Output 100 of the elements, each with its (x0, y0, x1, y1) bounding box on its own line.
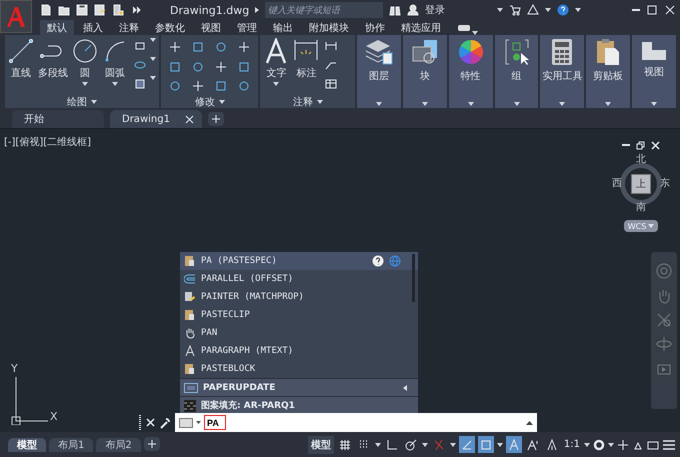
ortho-icon (386, 438, 398, 450)
caret-right-icon (255, 7, 260, 13)
command-suggestion[interactable]: PARAGRAPH (MTEXT) (180, 342, 418, 360)
ribbon-tab[interactable]: 默认 (40, 20, 74, 35)
save-button[interactable] (76, 2, 88, 18)
caret-icon (468, 102, 474, 106)
command-suggestion[interactable]: PASTECLIP (180, 306, 418, 324)
caret-icon (316, 100, 323, 104)
caret-icon (450, 442, 456, 446)
command-suggestion[interactable]: PAPERUPDATE (180, 378, 418, 396)
new-tab-button[interactable] (208, 112, 224, 126)
close-icon (664, 4, 676, 16)
ribbon-panel-button[interactable]: 特性 (448, 35, 493, 108)
caret-icon (196, 421, 201, 424)
caret-icon (496, 8, 503, 12)
caret-icon (150, 76, 156, 80)
annotation-scale-button[interactable]: 1:1 (562, 439, 581, 450)
polar-icon (404, 438, 417, 450)
caret-icon (374, 442, 381, 446)
document-tab[interactable]: 开始 (12, 110, 104, 128)
layout-tab[interactable]: 布局2 (96, 438, 141, 452)
annotation-tool-button[interactable]: 文字 (263, 38, 290, 95)
ribbon-panel-button[interactable]: 剪贴板 (586, 35, 630, 108)
cube-face[interactable]: 上 (631, 174, 651, 194)
ribbon-tab[interactable]: 管理 (230, 20, 264, 35)
draw-tool-button[interactable]: 圆 (72, 38, 98, 95)
layout-tab[interactable]: 布局1 (49, 438, 94, 452)
help-icon (556, 4, 569, 16)
clipboard-icon (184, 255, 196, 267)
ribbon-tab[interactable]: 视图 (194, 20, 228, 35)
status-toggle[interactable] (458, 436, 475, 453)
draw-tool-button[interactable]: 多段线 (38, 38, 68, 95)
ribbon-tab[interactable]: 附加模块 (302, 20, 356, 35)
scrollbar-thumb[interactable] (412, 254, 415, 302)
caret-icon (150, 57, 156, 61)
publish-button[interactable] (112, 2, 124, 18)
grip-icon (138, 414, 142, 430)
clipboard-icon (184, 309, 196, 321)
ribbon-panel-button[interactable]: 实用工具 (540, 35, 584, 108)
save-as-button[interactable] (94, 2, 106, 18)
circle-icon (72, 38, 98, 64)
command-suggestion[interactable]: PASTEBLOCK (180, 360, 418, 378)
annotation-tool-button[interactable]: 标注 (293, 38, 320, 95)
command-suggestion[interactable]: PARALLEL (OFFSET) (180, 270, 418, 288)
text-style-icon (184, 345, 196, 357)
caret-icon (82, 82, 88, 86)
folder-icon (58, 4, 70, 16)
panel-title: 绘图 (67, 96, 88, 108)
layers-icon (364, 38, 394, 66)
phone-icon (112, 4, 124, 16)
ribbon-tab[interactable]: 注释 (112, 20, 146, 35)
plus-icon (617, 438, 629, 450)
viewport-label[interactable]: [-][俯视][二维线框] (4, 135, 92, 149)
minimize-icon (632, 9, 640, 11)
binoculars-icon (389, 4, 402, 16)
compass-label: 北 (636, 155, 646, 165)
status-toggle[interactable] (478, 436, 494, 453)
status-toggle[interactable] (506, 436, 522, 453)
command-suggestion[interactable]: PAN (180, 324, 418, 342)
caret-icon (514, 102, 520, 106)
ribbon-tab[interactable]: 输出 (266, 20, 300, 35)
draw-tool-button[interactable]: 直线 (8, 38, 34, 95)
document-tab[interactable]: Drawing1 (110, 110, 202, 128)
caret-icon (574, 8, 581, 12)
user-icon (407, 4, 420, 16)
object-snap-icon (480, 438, 492, 450)
minimize-icon (622, 144, 630, 146)
new-file-button[interactable] (40, 2, 52, 18)
terminal-icon (179, 418, 193, 428)
command-suggestion[interactable]: PAINTER (MATCHPROP) (180, 288, 418, 306)
ribbon-panel-button[interactable]: 视图 (632, 35, 676, 108)
clipboard-icon (184, 363, 196, 375)
close-icon (651, 140, 660, 150)
line-icon (8, 38, 34, 64)
command-input-field[interactable]: PA (175, 413, 537, 432)
model-space-button[interactable]: 模型 (308, 436, 334, 454)
draw-tool-button[interactable]: 圆弧 (102, 38, 128, 95)
command-suggestion[interactable]: 图案填充: AR-PARQ1 (180, 396, 418, 414)
ribbon-tab[interactable]: 协作 (358, 20, 392, 35)
dimension-icon (325, 40, 338, 52)
ribbon-tab[interactable]: 插入 (76, 20, 110, 35)
triangle-icon (526, 4, 539, 16)
screen-icon (647, 438, 659, 450)
command-text-input[interactable]: PA (204, 415, 226, 430)
ribbon-panel-button[interactable]: 块 (402, 35, 447, 108)
new-layout-button[interactable] (144, 436, 160, 450)
caret-icon (112, 82, 118, 86)
command-suggestion[interactable]: PA (PASTESPEC) (180, 252, 418, 270)
menu-icon (662, 438, 676, 450)
close-icon (185, 114, 194, 124)
help-button[interactable] (556, 2, 569, 18)
ribbon-panel-button[interactable]: 图层 (357, 35, 401, 108)
caret-icon (605, 102, 612, 106)
search-field[interactable]: 键入关键字或短语 (265, 2, 384, 18)
ribbon-panel-button[interactable]: 组 (494, 35, 538, 108)
sign-in-link[interactable]: 登录 (425, 3, 446, 17)
drawing-canvas[interactable]: [-][俯视][二维线框] 北 西 上 东 南 WCS Y X PA (PASTESPEC) PARALLEL (OFFSET) PAINTER (MATCHPROP) PASTECLIP PAN PARAGRAPH (MTEXT) PASTEBLOCK PAPERUPDATE 图案填充: AR-PARQ1 PA (0, 128, 680, 432)
ribbon-tab[interactable]: 参数化 (148, 20, 192, 35)
layout-tab[interactable]: 模型 (8, 438, 46, 452)
ribbon-tab[interactable]: 精选应用 (394, 20, 448, 35)
